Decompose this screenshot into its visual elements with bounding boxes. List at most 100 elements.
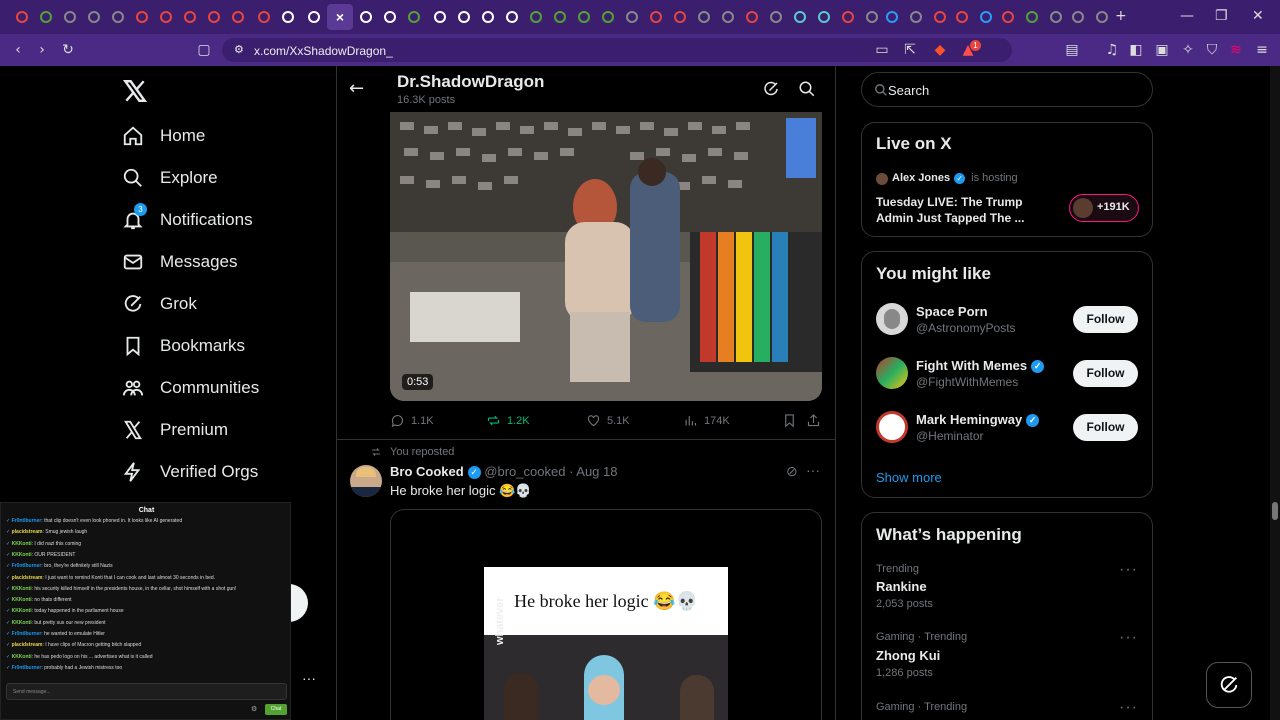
browser-tab[interactable] — [1092, 7, 1112, 27]
chat-username[interactable]: Fr0ntIburner — [12, 563, 42, 569]
share-icon[interactable]: ⇱ — [902, 42, 918, 58]
suggested-user-name[interactable]: Space Porn — [916, 304, 988, 319]
browser-tab[interactable] — [430, 7, 450, 27]
browser-tab[interactable] — [742, 7, 762, 27]
browser-tab[interactable] — [882, 7, 902, 27]
browser-tab[interactable] — [356, 7, 376, 27]
browser-tab[interactable] — [622, 7, 642, 27]
scrollbar-thumb[interactable] — [1272, 502, 1278, 520]
trend-title[interactable]: Zhong Kui — [876, 648, 940, 663]
maximize-button[interactable]: ❐ — [1215, 8, 1228, 24]
bookmark-button[interactable] — [782, 413, 803, 428]
browser-tab[interactable] — [502, 7, 522, 27]
post-more-icon[interactable]: ··· — [806, 462, 820, 478]
avatar[interactable] — [876, 357, 908, 389]
forward-icon[interactable]: › — [34, 42, 50, 58]
like-button[interactable]: 5.1K — [586, 413, 630, 428]
browser-tab[interactable] — [156, 7, 176, 27]
extension-icon[interactable]: ≋ — [1228, 42, 1244, 58]
suggested-user-name[interactable]: Fight With Memes ✓ — [916, 358, 1045, 374]
sidebar-item-home[interactable]: Home — [122, 121, 205, 151]
chat-username[interactable]: Fr0ntIburner — [12, 518, 42, 524]
minimize-button[interactable]: — — [1180, 8, 1194, 24]
host-avatar[interactable] — [876, 173, 888, 185]
chat-username[interactable]: KKKonti — [12, 586, 32, 592]
wallet-icon[interactable]: ▣ — [1154, 42, 1170, 58]
video-player[interactable]: 0:53 — [390, 112, 822, 401]
trend-title[interactable]: Rankine — [876, 579, 927, 594]
browser-tab[interactable] — [598, 7, 618, 27]
chat-username[interactable]: placidstream — [12, 642, 43, 648]
sidebar-item-communities[interactable]: Communities — [122, 373, 259, 403]
grok-floating-button[interactable] — [1206, 662, 1252, 708]
chat-username[interactable]: Fr0ntIburner — [12, 665, 42, 671]
browser-tab[interactable] — [304, 7, 324, 27]
browser-tab[interactable] — [998, 7, 1018, 27]
browser-tab[interactable] — [526, 7, 546, 27]
chat-input[interactable]: Send message... — [6, 683, 287, 700]
browser-tab[interactable] — [404, 7, 424, 27]
browser-tab[interactable] — [12, 7, 32, 27]
browser-tab[interactable] — [646, 7, 666, 27]
browser-tab[interactable] — [862, 7, 882, 27]
chat-username[interactable]: KKKonti — [12, 541, 32, 547]
avatar[interactable] — [876, 303, 908, 335]
views-button[interactable]: 174K — [683, 413, 730, 428]
browser-tab[interactable] — [976, 7, 996, 27]
bookmark-page-icon[interactable]: ▢ — [196, 42, 212, 58]
sidebar-item-verified-orgs[interactable]: Verified Orgs — [122, 457, 258, 487]
browser-tab[interactable] — [1068, 7, 1088, 27]
vpn-icon[interactable]: ⛉ — [1204, 42, 1220, 58]
follow-button[interactable]: Follow — [1073, 414, 1138, 441]
music-icon[interactable]: ♫ — [1104, 42, 1120, 58]
browser-tab[interactable] — [952, 7, 972, 27]
browser-tab[interactable] — [60, 7, 80, 27]
browser-tab[interactable] — [670, 7, 690, 27]
reload-icon[interactable]: ↻ — [60, 42, 76, 58]
url-field[interactable]: ⚙ x.com/XxShadowDragon_ — [222, 38, 1012, 62]
post-date[interactable]: · Aug 18 — [569, 464, 617, 479]
chat-username[interactable]: KKKonti — [12, 608, 32, 614]
follow-button[interactable]: Follow — [1073, 306, 1138, 333]
browser-tab[interactable] — [694, 7, 714, 27]
post-media[interactable]: He broke her logic 😂💀 whatever — [390, 509, 822, 720]
browser-tab[interactable] — [766, 7, 786, 27]
scrollbar[interactable] — [1270, 66, 1280, 720]
site-info-icon[interactable]: ⚙ — [234, 43, 244, 56]
leo-ai-icon[interactable]: ✧ — [1180, 42, 1196, 58]
close-window-button[interactable]: ✕ — [1252, 8, 1264, 24]
sidebar-item-bookmarks[interactable]: Bookmarks — [122, 331, 245, 361]
cast-icon[interactable]: ▭ — [874, 42, 890, 58]
show-more-link[interactable]: Show more — [876, 470, 942, 485]
reader-icon[interactable]: ▤ — [1064, 42, 1080, 58]
chat-username[interactable]: KKKonti — [12, 597, 32, 603]
chat-username[interactable]: placidstream — [12, 529, 43, 535]
brave-shield-icon[interactable]: ◆ — [932, 42, 948, 58]
new-tab-button[interactable]: + — [1115, 8, 1127, 24]
browser-tab[interactable] — [550, 7, 570, 27]
menu-icon[interactable]: ≡ — [1254, 42, 1270, 58]
grok-icon[interactable] — [762, 80, 780, 98]
chat-settings-icon[interactable]: ⚙ — [251, 705, 257, 713]
browser-tab[interactable] — [1046, 7, 1066, 27]
sidebar-item-grok[interactable]: Grok — [122, 289, 197, 319]
sidebar-toggle-icon[interactable]: ◧ — [1128, 42, 1144, 58]
suggested-user-name[interactable]: Mark Hemingway ✓ — [916, 412, 1040, 428]
browser-tab[interactable] — [36, 7, 56, 27]
sidebar-item-premium[interactable]: Premium — [122, 415, 228, 445]
browser-tab[interactable] — [380, 7, 400, 27]
chat-username[interactable]: KKKonti — [12, 620, 32, 626]
repost-button[interactable]: 1.2K — [486, 413, 530, 428]
browser-tab[interactable] — [132, 7, 152, 27]
reply-button[interactable]: 1.1K — [390, 413, 434, 428]
browser-tab[interactable] — [906, 7, 926, 27]
live-host-name[interactable]: Alex Jones — [892, 172, 950, 184]
live-stream-title[interactable]: Tuesday LIVE: The Trump Admin Just Tappe… — [876, 194, 1046, 226]
avatar[interactable] — [876, 411, 908, 443]
chat-username[interactable]: placidstream — [12, 575, 43, 581]
back-icon[interactable]: ‹ — [10, 42, 26, 58]
browser-tab[interactable] — [204, 7, 224, 27]
browser-tab[interactable] — [254, 7, 274, 27]
browser-tab-active[interactable]: × — [327, 4, 353, 30]
back-arrow-icon[interactable]: ← — [349, 78, 364, 99]
